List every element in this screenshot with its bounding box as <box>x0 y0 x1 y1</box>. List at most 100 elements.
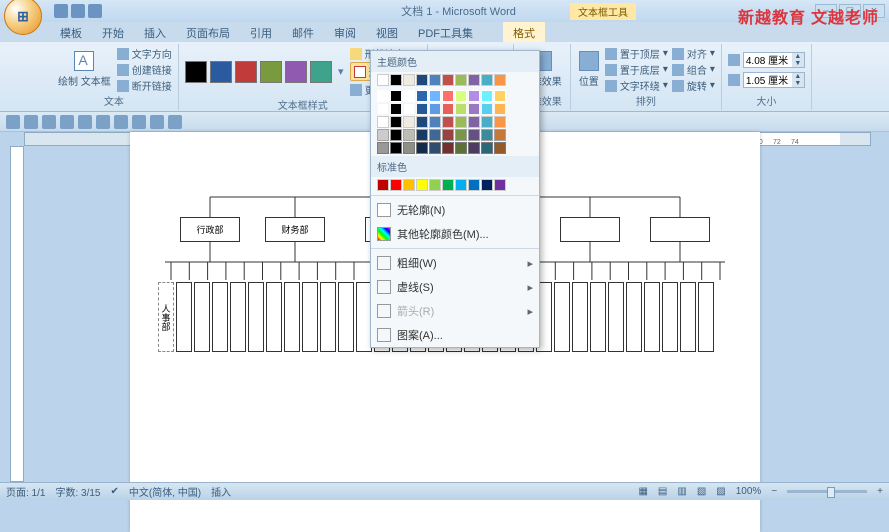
color-swatch[interactable] <box>403 179 415 191</box>
org-box-leaf[interactable] <box>284 282 300 352</box>
qat-redo-icon[interactable] <box>88 4 102 18</box>
style-swatch[interactable] <box>260 61 282 83</box>
color-swatch[interactable] <box>494 179 506 191</box>
color-swatch[interactable] <box>494 103 506 115</box>
org-box-leaf[interactable] <box>212 282 228 352</box>
color-swatch[interactable] <box>455 129 467 141</box>
status-page[interactable]: 页面: 1/1 <box>6 484 45 499</box>
style-swatch[interactable] <box>210 61 232 83</box>
pattern-item[interactable]: 图案(A)... <box>371 323 539 347</box>
rotate-button[interactable]: 旋转 ▾ <box>672 78 715 93</box>
color-swatch[interactable] <box>468 179 480 191</box>
tb-icon[interactable] <box>6 115 20 129</box>
tab-insert[interactable]: 插入 <box>134 22 176 42</box>
tb-icon[interactable] <box>114 115 128 129</box>
zoom-out-button[interactable]: − <box>771 486 777 497</box>
view-read-icon[interactable]: ▤ <box>658 486 667 497</box>
color-swatch[interactable] <box>494 129 506 141</box>
status-proof-icon[interactable]: ✔ <box>111 486 119 497</box>
org-box-leaf[interactable] <box>626 282 642 352</box>
color-swatch[interactable] <box>442 116 454 128</box>
color-swatch[interactable] <box>429 74 441 86</box>
color-swatch[interactable] <box>442 103 454 115</box>
tab-references[interactable]: 引用 <box>240 22 282 42</box>
color-swatch[interactable] <box>416 142 428 154</box>
height-field[interactable]: ▲▼ <box>728 52 805 68</box>
tb-icon[interactable] <box>168 115 182 129</box>
color-swatch[interactable] <box>455 90 467 102</box>
color-swatch[interactable] <box>468 142 480 154</box>
vertical-ruler[interactable] <box>10 146 24 482</box>
color-swatch[interactable] <box>377 116 389 128</box>
color-swatch[interactable] <box>390 129 402 141</box>
org-box-selected[interactable]: 人事部 <box>158 282 174 352</box>
color-swatch[interactable] <box>377 74 389 86</box>
color-swatch[interactable] <box>468 74 480 86</box>
color-swatch[interactable] <box>442 74 454 86</box>
dashes-item[interactable]: 虚线(S)▸ <box>371 275 539 299</box>
color-swatch[interactable] <box>442 129 454 141</box>
style-swatch[interactable] <box>185 61 207 83</box>
status-lang[interactable]: 中文(简体, 中国) <box>129 484 201 499</box>
color-swatch[interactable] <box>429 129 441 141</box>
org-box-leaf[interactable] <box>302 282 318 352</box>
org-box-leaf[interactable] <box>698 282 714 352</box>
color-swatch[interactable] <box>377 103 389 115</box>
zoom-slider[interactable] <box>787 490 867 493</box>
draw-textbox-button[interactable]: A绘制 文本框 <box>56 49 113 90</box>
tab-format[interactable]: 格式 <box>503 22 545 42</box>
style-swatch[interactable] <box>310 61 332 83</box>
color-swatch[interactable] <box>416 74 428 86</box>
color-swatch[interactable] <box>455 103 467 115</box>
send-back-button[interactable]: 置于底层 ▾ <box>605 62 668 77</box>
color-swatch[interactable] <box>494 74 506 86</box>
org-box-leaf[interactable] <box>266 282 282 352</box>
org-box-leaf[interactable] <box>320 282 336 352</box>
tb-icon[interactable] <box>24 115 38 129</box>
color-swatch[interactable] <box>416 90 428 102</box>
tb-icon[interactable] <box>150 115 164 129</box>
color-swatch[interactable] <box>468 129 480 141</box>
zoom-in-button[interactable]: + <box>877 486 883 497</box>
org-box-leaf[interactable] <box>554 282 570 352</box>
align-button[interactable]: 对齐 ▾ <box>672 46 715 61</box>
org-box-leaf[interactable] <box>194 282 210 352</box>
weight-item[interactable]: 粗细(W)▸ <box>371 251 539 275</box>
group-button[interactable]: 组合 ▾ <box>672 62 715 77</box>
color-swatch[interactable] <box>390 74 402 86</box>
tb-icon[interactable] <box>60 115 74 129</box>
qat-save-icon[interactable] <box>54 4 68 18</box>
org-box-leaf[interactable] <box>176 282 192 352</box>
status-words[interactable]: 字数: 3/15 <box>55 484 100 499</box>
tb-icon[interactable] <box>42 115 56 129</box>
tb-icon[interactable] <box>132 115 146 129</box>
color-swatch[interactable] <box>403 74 415 86</box>
position-button[interactable]: 位置 <box>577 49 601 90</box>
tab-layout[interactable]: 页面布局 <box>176 22 240 42</box>
bring-front-button[interactable]: 置于顶层 ▾ <box>605 46 668 61</box>
color-swatch[interactable] <box>429 103 441 115</box>
view-outline-icon[interactable]: ▧ <box>697 486 706 497</box>
tab-review[interactable]: 审阅 <box>324 22 366 42</box>
color-swatch[interactable] <box>403 116 415 128</box>
color-swatch[interactable] <box>403 103 415 115</box>
view-web-icon[interactable]: ▥ <box>677 486 686 497</box>
tab-mailings[interactable]: 邮件 <box>282 22 324 42</box>
style-swatch[interactable] <box>285 61 307 83</box>
color-swatch[interactable] <box>494 142 506 154</box>
color-swatch[interactable] <box>481 129 493 141</box>
org-box-leaf[interactable] <box>680 282 696 352</box>
org-box-leaf[interactable] <box>572 282 588 352</box>
color-swatch[interactable] <box>481 179 493 191</box>
org-box-leaf[interactable] <box>230 282 246 352</box>
org-box-l2[interactable]: 行政部 <box>180 217 240 242</box>
width-field[interactable]: ▲▼ <box>728 72 805 88</box>
text-direction-button[interactable]: 文字方向 <box>117 46 172 61</box>
org-box-leaf[interactable] <box>608 282 624 352</box>
color-swatch[interactable] <box>442 179 454 191</box>
color-swatch[interactable] <box>494 116 506 128</box>
color-swatch[interactable] <box>416 129 428 141</box>
zoom-level[interactable]: 100% <box>736 486 762 497</box>
tab-home[interactable]: 开始 <box>92 22 134 42</box>
color-swatch[interactable] <box>481 90 493 102</box>
